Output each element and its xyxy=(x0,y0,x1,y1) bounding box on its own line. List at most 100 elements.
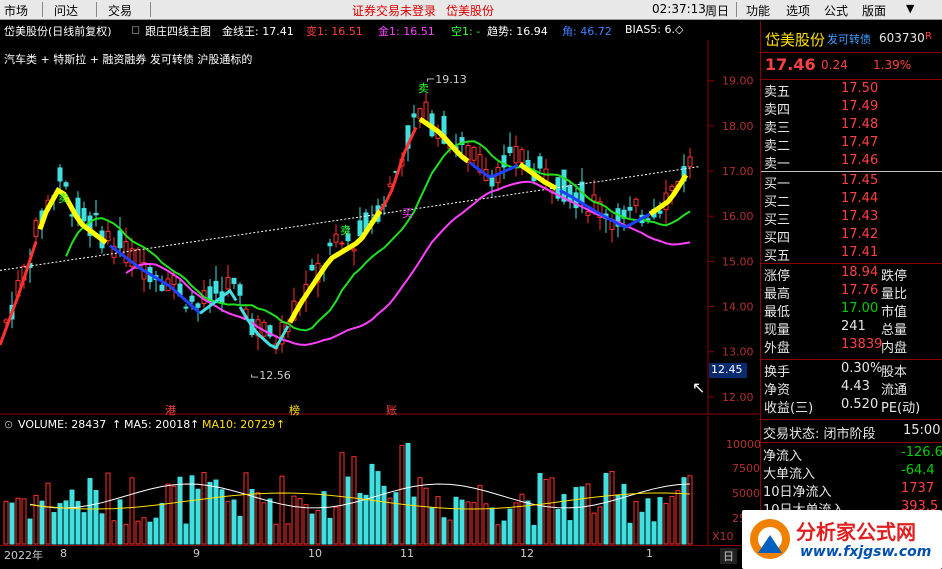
chart-settings-icon[interactable]: ◻ xyxy=(131,23,140,36)
volume-bar xyxy=(591,512,597,545)
quote-badge[interactable]: 发可转债 xyxy=(827,31,871,47)
volume-bar xyxy=(423,487,429,545)
volume-bar xyxy=(501,520,507,545)
bid-price: 17.43 xyxy=(841,209,879,224)
stat-value: 18.94 xyxy=(841,265,879,280)
quote-row: 买二 17.44 xyxy=(761,191,942,210)
volume-bar xyxy=(291,495,297,545)
volume-bar xyxy=(537,472,543,545)
menu-function[interactable]: 功能 xyxy=(746,2,770,19)
candlestick-chart[interactable]: 19.00 18.00 17.00 16.00 15.00 14.00 13.00 12.00 xyxy=(0,40,760,415)
candle-body xyxy=(411,113,417,118)
date-month: 9 xyxy=(193,547,200,560)
volume-bar xyxy=(195,488,201,545)
fin-value: 4.43 xyxy=(841,379,870,394)
indicator-jin: 金1: 16.51 xyxy=(378,25,435,38)
candle-body xyxy=(351,248,357,252)
quote-stock-name: 岱美股份 xyxy=(765,31,826,49)
candle-body xyxy=(81,208,87,222)
candle-body xyxy=(57,167,63,182)
volume-bar xyxy=(399,444,405,545)
menu-formula[interactable]: 公式 xyxy=(824,2,848,19)
volume-tick: 10000 xyxy=(726,438,760,451)
volume-bar xyxy=(465,501,471,545)
volume-bar xyxy=(405,442,411,545)
volume-bar xyxy=(99,513,105,545)
fin-label: 换手 xyxy=(764,365,791,380)
date-month: 1 xyxy=(646,547,653,560)
trading-status: 交易状态: 闭市阶段 xyxy=(763,427,876,442)
login-warning[interactable]: 证券交易未登录 xyxy=(352,2,436,19)
candle-body xyxy=(417,108,423,119)
menu-expand-icon[interactable]: ▼ xyxy=(906,2,914,15)
volume-bar xyxy=(261,502,267,545)
candle-body xyxy=(237,284,243,296)
quote-row: 收益(三) 0.520 PE(动) xyxy=(761,397,942,416)
divider xyxy=(761,419,942,420)
indicator-name[interactable]: 跟庄四线主图 xyxy=(145,23,211,39)
divider xyxy=(761,263,942,264)
volume-bar xyxy=(609,471,615,545)
volume-bar xyxy=(411,496,417,545)
menu-market[interactable]: 市场 xyxy=(4,2,28,19)
candle-body xyxy=(687,156,693,168)
volume-bar xyxy=(129,477,135,545)
volume-bar xyxy=(567,520,573,545)
menu-query[interactable]: 问达 xyxy=(54,2,78,19)
volume-bar xyxy=(597,506,603,545)
stat-label-2: 量比 xyxy=(881,287,908,302)
volume-unit: X10 xyxy=(712,530,734,543)
bid-price: 17.44 xyxy=(841,191,879,206)
sell-signal: 卖 xyxy=(418,82,429,95)
volume-bar xyxy=(45,482,51,545)
volume-bar xyxy=(249,489,255,545)
candle-body xyxy=(309,264,315,271)
volume-bar xyxy=(453,496,459,545)
quote-row: 卖三 17.48 xyxy=(761,117,942,136)
candle-body xyxy=(33,219,39,238)
volume-bar xyxy=(345,476,351,545)
volume-bar xyxy=(327,517,333,545)
candle-body xyxy=(117,230,123,249)
candle-body xyxy=(633,198,639,207)
chart-stock-title: 岱美股份(日线前复权) xyxy=(4,25,112,38)
date-axis: 2022年 8 9 10 11 12 1 日 xyxy=(0,545,760,565)
candle-body xyxy=(225,277,231,290)
menu-trade[interactable]: 交易 xyxy=(108,2,132,19)
volume-bar xyxy=(153,517,159,545)
volume-bar xyxy=(285,523,291,545)
quote-price: 17.46 xyxy=(765,55,816,74)
divider xyxy=(761,442,942,443)
volume-bar xyxy=(543,478,549,545)
volume-tick: 5000 xyxy=(732,487,760,500)
bid-label: 买二 xyxy=(764,195,791,210)
concept-tags: 汽车类 + 特斯拉 + 融资融券 发可转债 沪股通标的 xyxy=(4,53,253,66)
date-month: 8 xyxy=(60,547,67,560)
candle-body xyxy=(585,211,591,216)
volume-bar xyxy=(243,472,249,545)
period-day-button[interactable]: 日 xyxy=(720,548,737,564)
menu-options[interactable]: 选项 xyxy=(786,2,810,19)
quote-row: 买一 17.45 xyxy=(761,173,942,192)
volume-bar xyxy=(9,502,15,545)
volume-chart[interactable]: 10000 7500 5000 2500 X10 xyxy=(0,416,760,546)
stat-value: 17.00 xyxy=(841,301,879,316)
volume-bar xyxy=(489,507,495,545)
indicator-jiao: 角: 46.72 xyxy=(562,25,612,38)
quote-row: 卖五 17.50 xyxy=(761,81,942,100)
candle-body xyxy=(471,146,477,161)
stat-label: 最高 xyxy=(764,287,791,302)
menu-layout[interactable]: 版面 xyxy=(862,2,886,19)
date-month: 11 xyxy=(400,547,414,560)
volume-bar xyxy=(81,512,87,545)
low-price-marker: ⌙12.56 xyxy=(250,369,291,382)
logo-emblem-icon xyxy=(750,519,790,559)
quote-row: 现量 241 总量 xyxy=(761,319,942,338)
buy-signal: 买 xyxy=(402,207,413,220)
indicator-jinxian: 金线王: 17.41 xyxy=(222,25,294,38)
volume-bar xyxy=(183,523,189,545)
volume-bar xyxy=(657,497,663,545)
candle-body xyxy=(231,277,237,284)
trading-status-time: 15:00 xyxy=(903,423,941,438)
flow-label: 大单流入 xyxy=(763,467,816,482)
